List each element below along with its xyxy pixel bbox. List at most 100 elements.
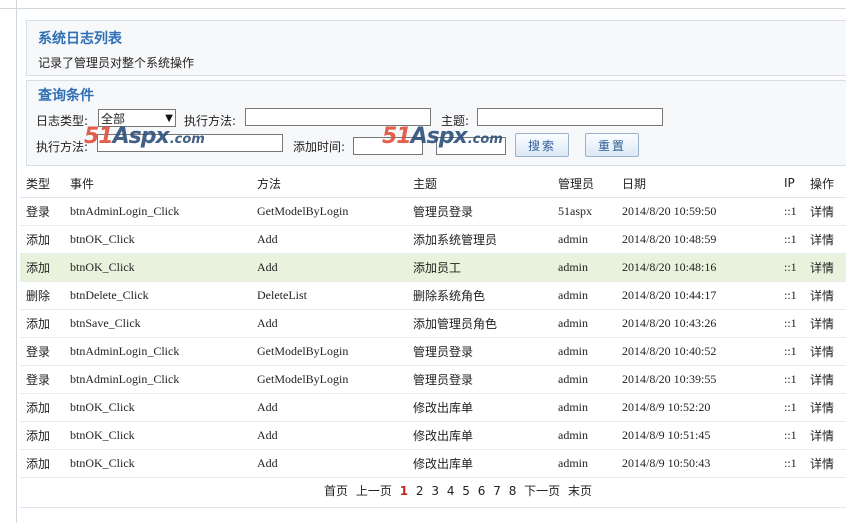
page-description: 记录了管理员对整个系统操作 (38, 56, 195, 70)
cell-subject: 管理员登录 (407, 337, 552, 366)
detail-link[interactable]: 详情 (804, 253, 846, 282)
col-event-header: 事件 (64, 169, 251, 198)
table-row: 删除 btnDelete_Click DeleteList 删除系统角色 adm… (20, 281, 846, 310)
cell-ip: ::1 (778, 393, 804, 422)
cell-event: btnAdminLogin_Click (64, 365, 251, 394)
cell-ip: ::1 (778, 281, 804, 310)
cell-method: DeleteList (251, 281, 407, 310)
pager-prev[interactable]: 上一页 (356, 484, 392, 498)
cell-admin: admin (552, 365, 616, 394)
cell-event: btnSave_Click (64, 309, 251, 338)
pager-first[interactable]: 首页 (324, 484, 348, 498)
pager-page[interactable]: 8 (509, 484, 517, 498)
cell-type: 添加 (20, 449, 64, 478)
cell-event: btnOK_Click (64, 225, 251, 254)
cell-type: 添加 (20, 225, 64, 254)
cell-date: 2014/8/20 10:43:26 (616, 309, 778, 338)
detail-link[interactable]: 详情 (804, 225, 846, 254)
detail-link[interactable]: 详情 (804, 365, 846, 394)
col-ip-header: IP (778, 169, 804, 198)
cell-type: 登录 (20, 197, 64, 226)
page-title: 系统日志列表 (38, 31, 122, 47)
cell-subject: 修改出库单 (407, 449, 552, 478)
cell-date: 2014/8/20 10:39:55 (616, 365, 778, 394)
detail-link[interactable]: 详情 (804, 393, 846, 422)
cell-method: Add (251, 421, 407, 450)
table-row: 添加 btnOK_Click Add 修改出库单 admin 2014/8/9 … (20, 421, 846, 450)
bottom-divider (20, 507, 846, 508)
cell-ip: ::1 (778, 309, 804, 338)
subject-input[interactable] (477, 108, 663, 126)
watermark-logo: 51 Aspx .com (382, 124, 503, 149)
query-title: 查询条件 (38, 88, 94, 104)
pager-page[interactable]: 7 (493, 484, 501, 498)
cell-admin: admin (552, 421, 616, 450)
search-button[interactable]: 搜索 (515, 133, 569, 157)
detail-link[interactable]: 详情 (804, 197, 846, 226)
watermark-logo: 51 Aspx .com (84, 124, 205, 149)
cell-type: 删除 (20, 281, 64, 310)
pager-page[interactable]: 6 (478, 484, 486, 498)
cell-date: 2014/8/20 10:48:16 (616, 253, 778, 282)
table-row: 添加 btnOK_Click Add 修改出库单 admin 2014/8/9 … (20, 393, 846, 422)
cell-ip: ::1 (778, 365, 804, 394)
table-row: 添加 btnSave_Click Add 添加管理员角色 admin 2014/… (20, 309, 846, 338)
method-label-2: 执行方法: (36, 140, 89, 154)
cell-event: btnAdminLogin_Click (64, 197, 251, 226)
cell-event: btnAdminLogin_Click (64, 337, 251, 366)
table-row: 登录 btnAdminLogin_Click GetModelByLogin 管… (20, 197, 846, 226)
cell-ip: ::1 (778, 253, 804, 282)
cell-admin: admin (552, 309, 616, 338)
cell-subject: 添加系统管理员 (407, 225, 552, 254)
cell-method: GetModelByLogin (251, 365, 407, 394)
table-row: 添加 btnOK_Click Add 添加系统管理员 admin 2014/8/… (20, 225, 846, 254)
col-date-header: 日期 (616, 169, 778, 198)
table-row: 登录 btnAdminLogin_Click GetModelByLogin 管… (20, 337, 846, 366)
left-border (16, 0, 17, 523)
pager-page-current: 1 (399, 484, 409, 498)
pager-last[interactable]: 末页 (568, 484, 592, 498)
pager-page[interactable]: 3 (431, 484, 439, 498)
cell-admin: admin (552, 449, 616, 478)
table-header-row: 类型 事件 方法 主题 管理员 日期 IP 操作 (20, 169, 846, 198)
chevron-down-icon: ▼ (165, 112, 173, 124)
table-row: 登录 btnAdminLogin_Click GetModelByLogin 管… (20, 365, 846, 394)
cell-method: Add (251, 225, 407, 254)
detail-link[interactable]: 详情 (804, 281, 846, 310)
detail-link[interactable]: 详情 (804, 309, 846, 338)
pager-page[interactable]: 2 (416, 484, 424, 498)
cell-date: 2014/8/9 10:50:43 (616, 449, 778, 478)
reset-button[interactable]: 重置 (585, 133, 639, 157)
cell-admin: admin (552, 393, 616, 422)
pager-page[interactable]: 4 (447, 484, 455, 498)
col-type-header: 类型 (20, 169, 64, 198)
log-table: 类型 事件 方法 主题 管理员 日期 IP 操作 登录 btnAdminLogi… (20, 169, 846, 478)
cell-method: Add (251, 393, 407, 422)
detail-link[interactable]: 详情 (804, 421, 846, 450)
col-subject-header: 主题 (407, 169, 552, 198)
col-admin-header: 管理员 (552, 169, 616, 198)
cell-type: 添加 (20, 309, 64, 338)
cell-admin: admin (552, 225, 616, 254)
cell-date: 2014/8/20 10:40:52 (616, 337, 778, 366)
cell-subject: 删除系统角色 (407, 281, 552, 310)
cell-admin: 51aspx (552, 197, 616, 226)
header-panel: 系统日志列表 记录了管理员对整个系统操作 (26, 20, 846, 76)
cell-date: 2014/8/20 10:48:59 (616, 225, 778, 254)
cell-event: btnDelete_Click (64, 281, 251, 310)
cell-method: GetModelByLogin (251, 197, 407, 226)
detail-link[interactable]: 详情 (804, 449, 846, 478)
cell-type: 添加 (20, 253, 64, 282)
pager-page[interactable]: 5 (462, 484, 470, 498)
col-action-header: 操作 (804, 169, 846, 198)
cell-ip: ::1 (778, 225, 804, 254)
detail-link[interactable]: 详情 (804, 337, 846, 366)
cell-type: 登录 (20, 337, 64, 366)
cell-admin: admin (552, 337, 616, 366)
cell-type: 添加 (20, 421, 64, 450)
pager-next[interactable]: 下一页 (524, 484, 560, 498)
cell-subject: 添加员工 (407, 253, 552, 282)
cell-event: btnOK_Click (64, 449, 251, 478)
cell-ip: ::1 (778, 197, 804, 226)
cell-date: 2014/8/9 10:51:45 (616, 421, 778, 450)
